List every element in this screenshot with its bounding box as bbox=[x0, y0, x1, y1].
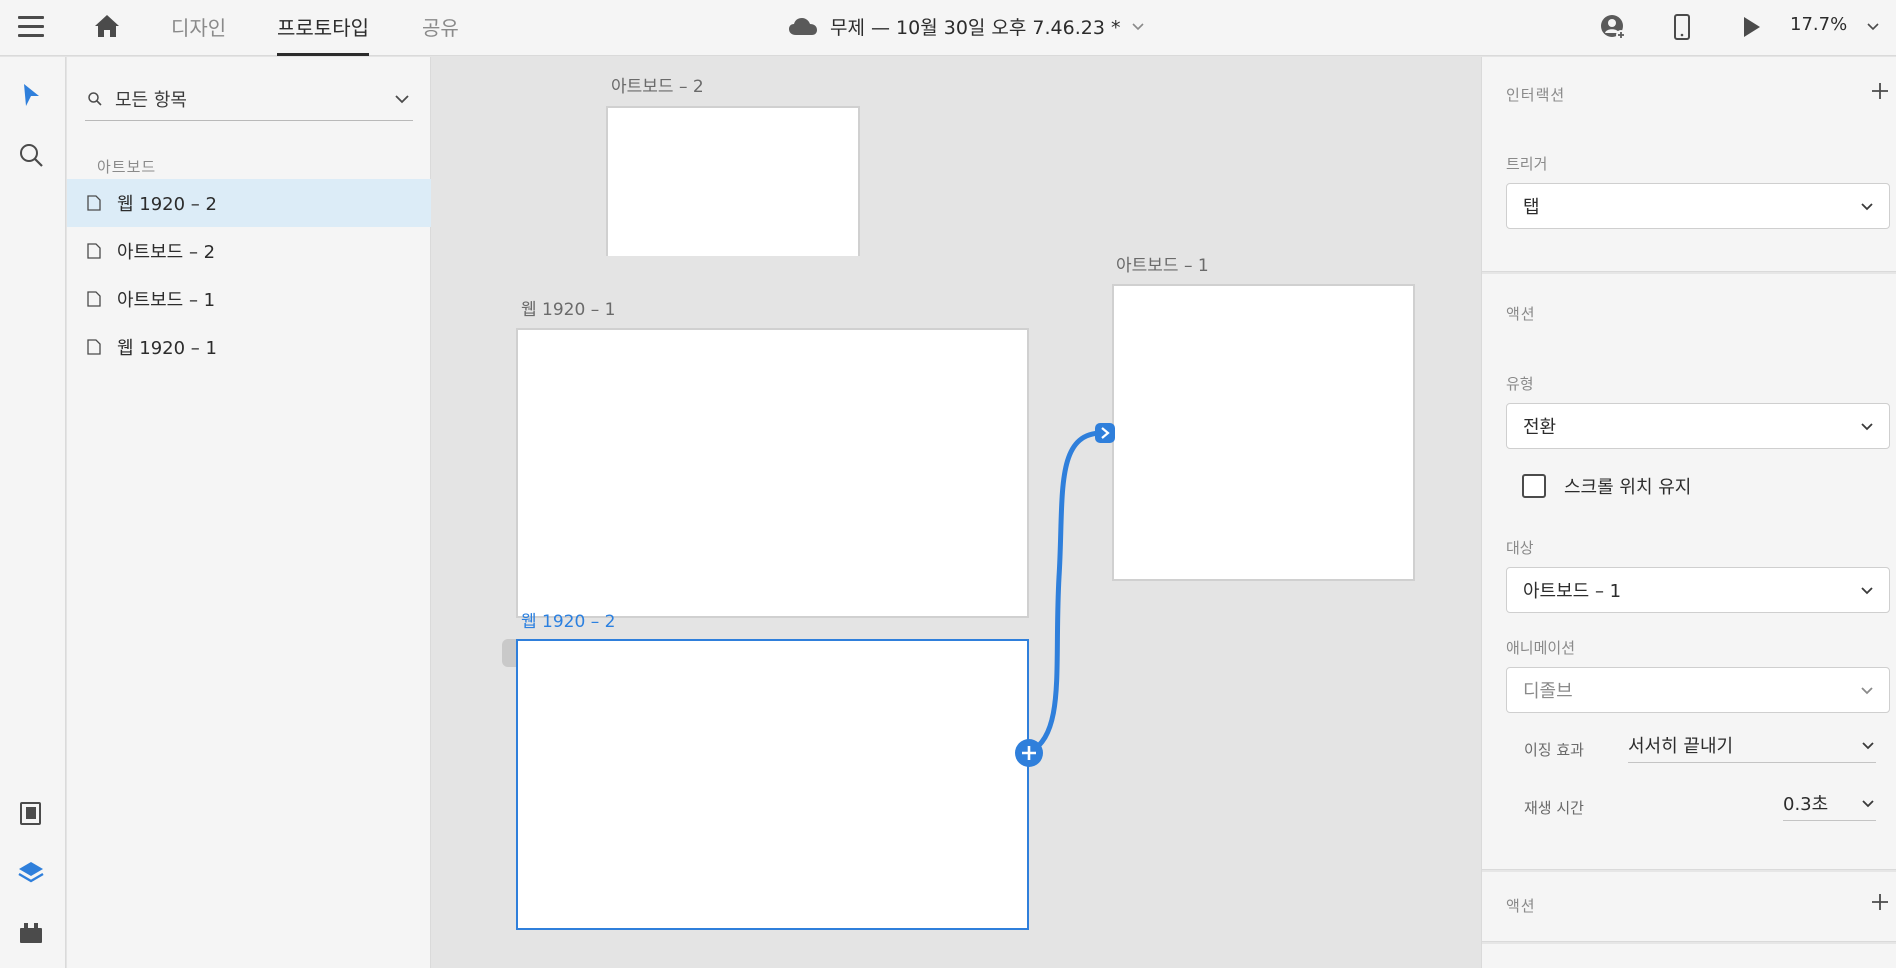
assets-icon[interactable] bbox=[17, 799, 45, 827]
mobile-preview-icon[interactable] bbox=[1667, 12, 1697, 42]
search-filter-value: 모든 항목 bbox=[115, 89, 187, 111]
tab-prototype[interactable]: 프로토타입 bbox=[277, 12, 369, 56]
document-title: 무제 — 10월 30일 오후 7.46.23 * bbox=[830, 16, 1121, 39]
property-inspector: 인터랙션 트리거 탭 액션 유형 전환 스크롤 위치 유지 대상 아트보드 – … bbox=[1481, 57, 1896, 968]
top-bar: 디자인 프로토타입 공유 무제 — 10월 30일 오후 7.46.23 * 1… bbox=[0, 0, 1896, 56]
artboard-label[interactable]: 웹 1920 – 1 bbox=[521, 295, 615, 320]
section-divider bbox=[1482, 271, 1896, 274]
preserve-scroll-option[interactable]: 스크롤 위치 유지 bbox=[1522, 473, 1691, 499]
page-icon bbox=[87, 243, 101, 259]
duration-value: 0.3초 bbox=[1783, 793, 1829, 815]
layer-filter-search[interactable]: 모든 항목 bbox=[85, 77, 413, 121]
type-label: 유형 bbox=[1506, 375, 1534, 393]
animation-value: 디졸브 bbox=[1523, 681, 1573, 702]
chevron-down-icon bbox=[1861, 687, 1873, 695]
play-icon[interactable] bbox=[1736, 12, 1766, 42]
cloud-icon bbox=[789, 18, 817, 35]
chevron-down-icon bbox=[1862, 741, 1874, 749]
chevron-down-icon bbox=[1861, 203, 1873, 211]
artboard-artboard-2[interactable] bbox=[606, 106, 860, 256]
document-title-menu[interactable]: 무제 — 10월 30일 오후 7.46.23 * bbox=[788, 12, 1145, 40]
easing-label: 이징 효과 bbox=[1524, 741, 1584, 759]
select-arrow-icon[interactable] bbox=[17, 81, 45, 109]
duration-dropdown[interactable]: 0.3초 bbox=[1783, 785, 1876, 821]
trigger-dropdown[interactable]: 탭 bbox=[1506, 183, 1890, 229]
page-icon bbox=[87, 339, 101, 355]
interaction-section-title: 인터랙션 bbox=[1506, 86, 1566, 104]
add-action-plus-icon[interactable] bbox=[1871, 893, 1889, 911]
destination-value: 아트보드 – 1 bbox=[1523, 581, 1622, 602]
artboards-section-label: 아트보드 bbox=[97, 158, 157, 176]
layer-item-label: 웹 1920 – 2 bbox=[117, 194, 217, 215]
preserve-scroll-label: 스크롤 위치 유지 bbox=[1564, 477, 1692, 498]
tab-design[interactable]: 디자인 bbox=[171, 12, 226, 56]
add-interaction-plus-icon[interactable] bbox=[1871, 82, 1889, 100]
artboard-artboard-1[interactable] bbox=[1112, 284, 1415, 581]
artboard-label[interactable]: 아트보드 – 2 bbox=[611, 72, 704, 97]
search-icon bbox=[88, 91, 102, 106]
animation-label: 애니메이션 bbox=[1506, 639, 1576, 657]
chevron-down-icon bbox=[1131, 23, 1144, 31]
easing-value: 서서히 끝내기 bbox=[1628, 735, 1734, 757]
design-canvas[interactable]: 아트보드 – 2 웹 1920 – 1 아트보드 – 1 웹 1920 – 2 bbox=[432, 57, 1480, 968]
layer-item-artboard-2[interactable]: 아트보드 – 2 bbox=[67, 227, 431, 275]
chevron-down-icon[interactable] bbox=[1866, 19, 1880, 33]
layer-item-artboard-1[interactable]: 아트보드 – 1 bbox=[67, 275, 431, 323]
layers-panel: 모든 항목 아트보드 웹 1920 – 2 아트보드 – 2 아트보드 – 1 … bbox=[67, 57, 431, 968]
action-type-dropdown[interactable]: 전환 bbox=[1506, 403, 1890, 449]
preserve-scroll-checkbox[interactable] bbox=[1522, 474, 1546, 498]
artboard-web-1920-1[interactable] bbox=[516, 328, 1029, 618]
menu-icon[interactable] bbox=[18, 16, 44, 38]
action-section-title: 액션 bbox=[1506, 305, 1536, 323]
page-icon bbox=[87, 195, 101, 211]
layers-icon[interactable] bbox=[17, 859, 45, 887]
duration-label: 재생 시간 bbox=[1524, 799, 1584, 817]
chevron-down-icon bbox=[1861, 587, 1873, 595]
layer-item-label: 아트보드 – 1 bbox=[117, 290, 216, 311]
action-type-value: 전환 bbox=[1523, 417, 1557, 438]
trigger-label: 트리거 bbox=[1506, 155, 1548, 173]
artboard-web-1920-2-selected[interactable] bbox=[516, 639, 1029, 930]
plugins-icon[interactable] bbox=[17, 919, 45, 947]
chevron-down-icon[interactable] bbox=[393, 90, 411, 108]
artboard-label-selected[interactable]: 웹 1920 – 2 bbox=[521, 607, 615, 632]
layer-item-web-1920-1[interactable]: 웹 1920 – 1 bbox=[67, 323, 431, 371]
animation-dropdown[interactable]: 디졸브 bbox=[1506, 667, 1890, 713]
tab-share[interactable]: 공유 bbox=[422, 12, 459, 56]
page-icon bbox=[87, 291, 101, 307]
chevron-down-icon bbox=[1862, 799, 1874, 807]
wire-arrow-icon[interactable] bbox=[1094, 422, 1116, 444]
search-icon[interactable] bbox=[17, 141, 45, 169]
tool-rail bbox=[0, 57, 66, 968]
layer-item-label: 웹 1920 – 1 bbox=[117, 338, 217, 359]
section-divider bbox=[1482, 941, 1896, 944]
add-wire-plus-icon[interactable] bbox=[1014, 738, 1044, 768]
user-share-icon[interactable] bbox=[1598, 12, 1628, 42]
section-divider bbox=[1482, 869, 1896, 872]
action2-section-title: 액션 bbox=[1506, 897, 1536, 915]
zoom-level[interactable]: 17.7% bbox=[1790, 14, 1847, 35]
home-icon[interactable] bbox=[93, 12, 121, 40]
chevron-down-icon bbox=[1861, 423, 1873, 431]
destination-dropdown[interactable]: 아트보드 – 1 bbox=[1506, 567, 1890, 613]
destination-label: 대상 bbox=[1506, 539, 1534, 557]
layer-item-web-1920-2[interactable]: 웹 1920 – 2 bbox=[67, 179, 431, 227]
layer-item-label: 아트보드 – 2 bbox=[117, 242, 216, 263]
artboard-label[interactable]: 아트보드 – 1 bbox=[1116, 251, 1209, 276]
easing-dropdown[interactable]: 서서히 끝내기 bbox=[1628, 727, 1876, 763]
trigger-value: 탭 bbox=[1523, 197, 1540, 218]
